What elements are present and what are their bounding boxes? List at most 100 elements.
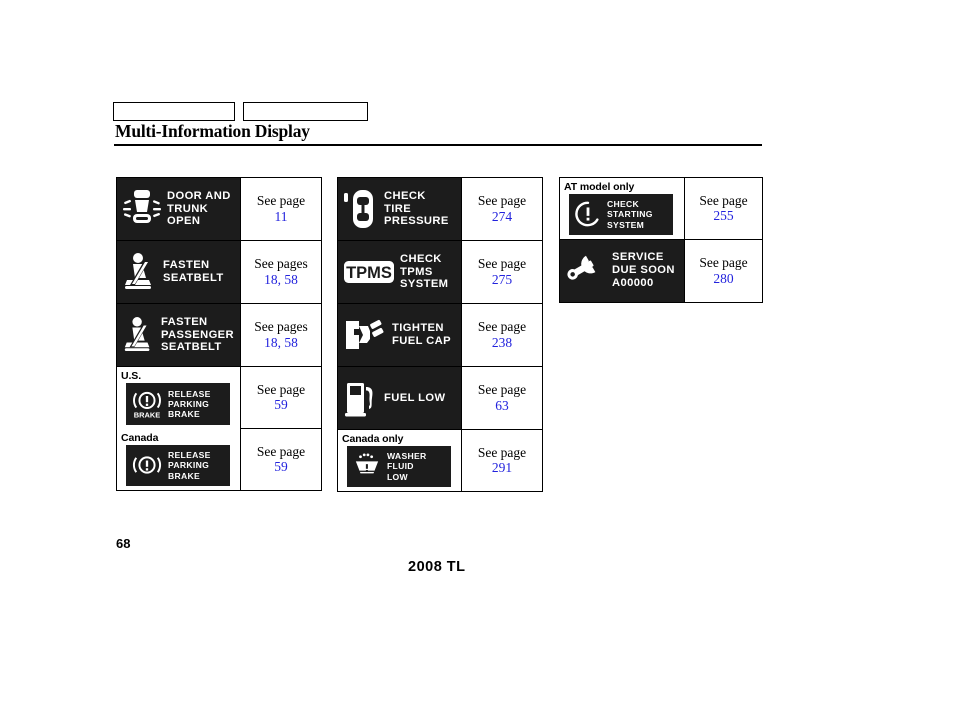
indicator-message: CHECK TPMS SYSTEM — [400, 252, 449, 291]
indicator-message: RELEASE PARKING BRAKE — [168, 388, 211, 420]
see-page-label: See page — [256, 443, 306, 459]
see-page-cell[interactable]: See page 255 — [685, 178, 762, 239]
see-page-cell[interactable]: See page 280 — [685, 239, 762, 302]
check-tpms-system-badge: TPMS CHECK TPMS SYSTEM — [338, 241, 461, 303]
fasten-passenger-seatbelt-badge: FASTEN PASSENGER SEATBELT — [117, 304, 240, 366]
indicator-table-column-1: DOOR AND TRUNK OPEN See page 11 FASTEN S… — [116, 177, 322, 491]
region-label-canada-only: Canada only — [342, 433, 404, 445]
region-label-at-model-only: AT model only — [564, 181, 635, 193]
table-row: DOOR AND TRUNK OPEN See page 11 — [117, 178, 321, 241]
release-parking-brake-us-badge: BRAKE RELEASE PARKING BRAKE — [126, 383, 230, 425]
page-number-link[interactable]: 18, 58 — [264, 272, 298, 288]
release-parking-brake-canada-badge: RELEASE PARKING BRAKE — [126, 445, 230, 486]
svg-text:BRAKE: BRAKE — [134, 410, 161, 419]
indicator-message: CHECK TIRE PRESSURE — [384, 189, 449, 228]
indicator-cell-region-group: U.S. BRAKE RELEASE PARKING BRAKE Canada … — [117, 367, 241, 490]
see-page-label: See page — [699, 255, 748, 271]
tighten-fuel-cap-badge: TIGHTEN FUEL CAP — [338, 304, 461, 366]
table-row: TPMS CHECK TPMS SYSTEM See page 275 — [338, 241, 542, 304]
table-row: TIGHTEN FUEL CAP See page 238 — [338, 304, 542, 367]
header-tab-group — [113, 102, 368, 121]
see-page-cell[interactable]: See page 274 — [462, 178, 542, 240]
svg-text:TPMS: TPMS — [346, 264, 392, 282]
see-page-cell[interactable]: See page 59 — [241, 428, 321, 490]
indicator-message: FASTEN PASSENGER SEATBELT — [161, 315, 235, 354]
release-parking-brake-us-icon: BRAKE — [130, 388, 164, 420]
see-page-cell[interactable]: See page 11 — [241, 178, 321, 240]
indicator-cell: FASTEN SEATBELT — [117, 241, 241, 303]
tighten-fuel-cap-icon — [343, 315, 387, 355]
see-page-cell[interactable]: See page 275 — [462, 241, 542, 303]
indicator-cell: TPMS CHECK TPMS SYSTEM — [338, 241, 462, 303]
wrench-icon — [565, 254, 607, 288]
page-number-link[interactable]: 59 — [274, 459, 288, 475]
indicator-message: SERVICE DUE SOON A00000 — [612, 251, 675, 290]
table-row: FASTEN SEATBELT See pages 18, 58 — [117, 241, 321, 304]
page-number-link[interactable]: 255 — [713, 208, 733, 224]
see-page-cell[interactable]: See pages 18, 58 — [241, 304, 321, 366]
see-page-label: See pages — [254, 256, 308, 272]
fasten-seatbelt-badge: FASTEN SEATBELT — [117, 241, 240, 303]
table-row-region: Canada only WASHER FLUID LOW See page 29… — [338, 430, 542, 491]
header-tab-right[interactable] — [243, 102, 368, 121]
footer-model-year: 2008 TL — [408, 559, 466, 575]
door-and-trunk-open-badge: DOOR AND TRUNK OPEN — [117, 178, 240, 240]
header-tab-left[interactable] — [113, 102, 235, 121]
indicator-cell: DOOR AND TRUNK OPEN — [117, 178, 241, 240]
fasten-seatbelt-icon — [122, 251, 158, 293]
table-row: FASTEN PASSENGER SEATBELT See pages 18, … — [117, 304, 321, 367]
page-number-link[interactable]: 18, 58 — [264, 335, 298, 351]
indicator-table-column-2: CHECK TIRE PRESSURE See page 274 TPMS CH… — [337, 177, 543, 492]
page-title: Multi-Information Display — [115, 121, 310, 141]
page-number-link[interactable]: 59 — [274, 397, 288, 413]
see-page-cell[interactable]: See page 63 — [462, 367, 542, 429]
fuel-low-icon — [343, 378, 379, 418]
indicator-message: FUEL LOW — [384, 391, 446, 404]
indicator-cell: SERVICE DUE SOON A00000 — [560, 239, 685, 302]
table-row-region: AT model only CHECK STARTING SYSTEM See … — [560, 178, 762, 240]
table-row: CHECK TIRE PRESSURE See page 274 — [338, 178, 542, 241]
page-number-link[interactable]: 238 — [492, 335, 512, 351]
indicator-cell: TIGHTEN FUEL CAP — [338, 304, 462, 366]
page-number-link[interactable]: 275 — [492, 272, 512, 288]
indicator-cell-region: Canada only WASHER FLUID LOW — [338, 430, 462, 491]
page-number-link[interactable]: 63 — [495, 398, 509, 414]
see-page-cell[interactable]: See page 291 — [462, 430, 542, 491]
page-number-link[interactable]: 274 — [492, 209, 512, 225]
check-starting-system-icon — [573, 200, 603, 228]
see-page-label: See page — [477, 382, 527, 398]
page-number-link[interactable]: 291 — [492, 460, 512, 476]
page-number-link[interactable]: 280 — [713, 271, 733, 287]
check-tire-pressure-badge: CHECK TIRE PRESSURE — [338, 178, 461, 240]
table-row-region-group: U.S. BRAKE RELEASE PARKING BRAKE Canada … — [117, 367, 321, 490]
see-page-label: See page — [256, 381, 306, 397]
page-number: 68 — [116, 536, 131, 551]
see-page-label: See page — [477, 444, 527, 460]
region-label-canada: Canada — [121, 432, 159, 444]
see-page-cell[interactable]: See pages 18, 58 — [241, 241, 321, 303]
fasten-passenger-seatbelt-icon — [122, 314, 156, 356]
indicator-table-column-3: AT model only CHECK STARTING SYSTEM See … — [559, 177, 763, 303]
indicator-cell-region: AT model only CHECK STARTING SYSTEM — [560, 178, 685, 239]
release-parking-brake-canada-icon — [130, 452, 164, 478]
see-page-cell[interactable]: See page 238 — [462, 304, 542, 366]
table-row: FUEL LOW See page 63 — [338, 367, 542, 430]
indicator-message: WASHER FLUID LOW — [387, 451, 427, 482]
page-number-link[interactable]: 11 — [275, 209, 288, 225]
indicator-cell: FUEL LOW — [338, 367, 462, 429]
indicator-message: FASTEN SEATBELT — [163, 259, 224, 284]
fuel-low-badge: FUEL LOW — [338, 367, 461, 429]
see-page-label: See pages — [254, 319, 308, 335]
door-and-trunk-open-icon — [122, 187, 162, 231]
see-page-cell[interactable]: See page 59 — [241, 367, 321, 429]
see-page-stack: See page 59 See page 59 — [241, 367, 321, 490]
tpms-icon: TPMS — [343, 259, 395, 285]
indicator-cell: FASTEN PASSENGER SEATBELT — [117, 304, 241, 366]
check-starting-system-badge: CHECK STARTING SYSTEM — [569, 194, 673, 235]
indicator-message: CHECK STARTING SYSTEM — [607, 199, 653, 230]
see-page-label: See page — [699, 192, 748, 208]
region-label-us: U.S. — [121, 370, 142, 382]
see-page-label: See page — [477, 256, 527, 272]
title-divider — [114, 144, 762, 146]
indicator-message: DOOR AND TRUNK OPEN — [167, 189, 231, 228]
